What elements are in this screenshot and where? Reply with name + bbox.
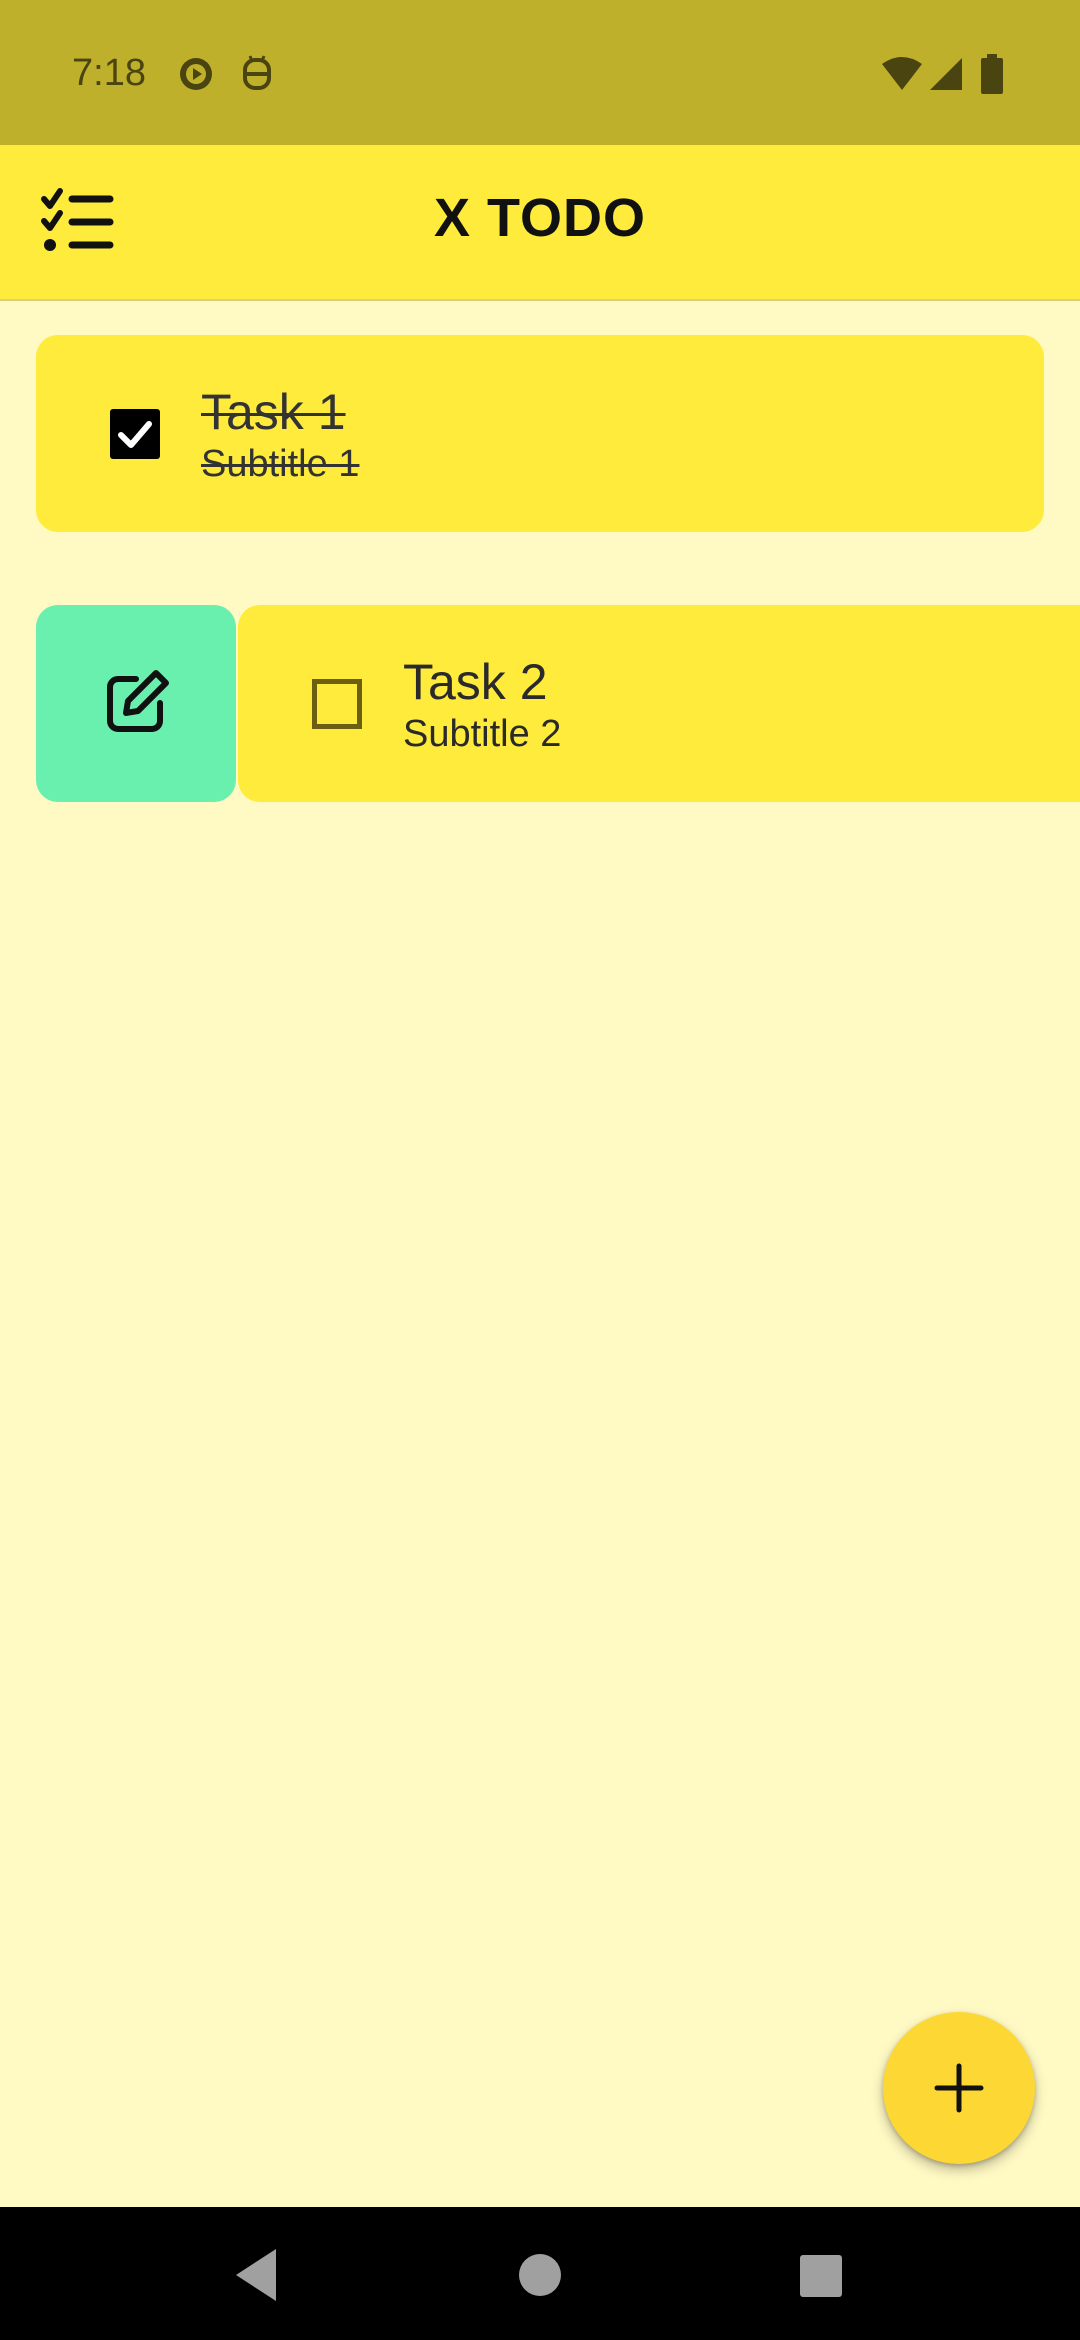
task-1-subtitle: Subtitle 1 bbox=[201, 443, 360, 485]
wifi-icon bbox=[880, 56, 924, 97]
cellular-signal-icon bbox=[928, 56, 964, 97]
back-icon[interactable] bbox=[220, 2237, 296, 2313]
task-1-title: Task 1 bbox=[201, 384, 346, 440]
home-icon[interactable] bbox=[502, 2237, 578, 2313]
edit-icon bbox=[107, 670, 169, 732]
edit-task-button[interactable] bbox=[36, 605, 236, 802]
task-card-2[interactable]: Task 2 Subtitle 2 bbox=[238, 605, 1080, 802]
android-robot-icon bbox=[240, 54, 274, 99]
status-bar: 7:18 bbox=[0, 0, 1080, 145]
task-2-checkbox[interactable] bbox=[312, 679, 362, 729]
status-time: 7:18 bbox=[72, 52, 146, 94]
battery-icon bbox=[980, 54, 1004, 99]
add-task-button[interactable] bbox=[883, 2012, 1035, 2164]
app-bar: X TODO bbox=[0, 145, 1080, 301]
app-screen: 7:18 X TODO Task 1 Subtitle 1 Task 2 Sub… bbox=[0, 0, 1080, 2340]
check-icon bbox=[118, 421, 152, 448]
task-card-1[interactable]: Task 1 Subtitle 1 bbox=[36, 335, 1044, 532]
media-play-icon bbox=[178, 56, 214, 97]
task-1-checkbox[interactable] bbox=[110, 409, 160, 459]
task-2-subtitle: Subtitle 2 bbox=[403, 713, 562, 755]
task-2-title: Task 2 bbox=[403, 654, 548, 710]
recents-icon[interactable] bbox=[782, 2237, 858, 2313]
system-nav-bar bbox=[0, 2207, 1080, 2340]
app-title: X TODO bbox=[433, 188, 647, 248]
plus-icon bbox=[934, 2063, 984, 2113]
